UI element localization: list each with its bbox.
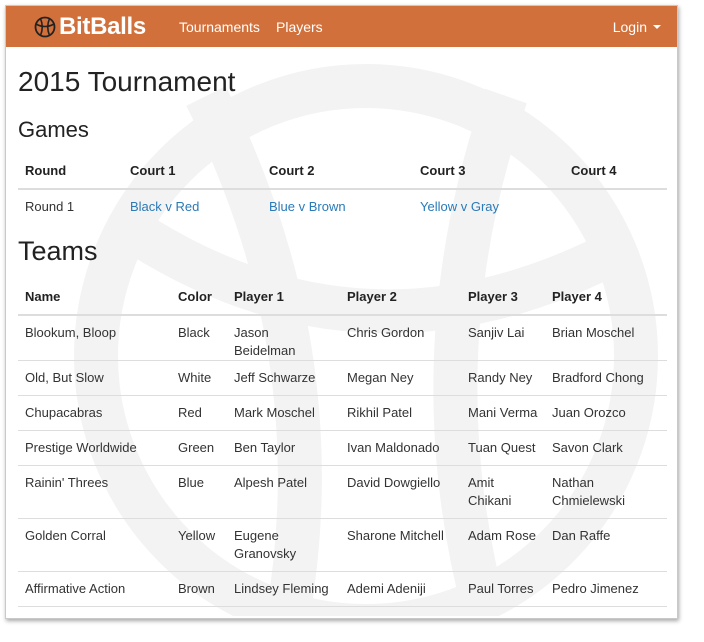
table-row: Blookum, Bloop Black Jason Beidelman Chr… xyxy=(18,315,667,361)
header-court-3: Court 3 xyxy=(413,152,564,190)
browser-frame: BitBalls Tournaments Players Login 2015 … xyxy=(5,5,678,619)
player-3: Amit Chikani xyxy=(461,465,545,519)
nav-players[interactable]: Players xyxy=(276,19,323,35)
player-3: Sanjiv Lai xyxy=(461,315,545,361)
player-3: Mani Verma xyxy=(461,395,545,431)
games-table: Round Court 1 Court 2 Court 3 Court 4 Ro… xyxy=(18,152,667,224)
player-3: Tuan Quest xyxy=(461,430,545,466)
player-2: Ivan Maldonado xyxy=(340,430,461,466)
player-1: Bryan Groot xyxy=(227,606,340,618)
player-4: Juan Orozco xyxy=(545,395,667,431)
court-2-cell: Blue v Brown xyxy=(262,189,413,224)
header-player-1: Player 1 xyxy=(227,278,340,316)
team-color: Gray xyxy=(171,606,227,618)
teams-heading: Teams xyxy=(18,236,98,266)
header-name: Name xyxy=(18,278,171,316)
table-row: Chupacabras Red Mark Moschel Rikhil Pate… xyxy=(18,395,667,431)
header-player-3: Player 3 xyxy=(461,278,545,316)
teams-header-row: Name Color Player 1 Player 2 Player 3 Pl… xyxy=(18,278,667,316)
login-label: Login xyxy=(612,19,647,35)
page-title: 2015 Tournament xyxy=(18,66,236,97)
navbar: BitBalls Tournaments Players Login xyxy=(6,6,677,47)
round-cell: Round 1 xyxy=(25,199,75,214)
team-color: White xyxy=(171,360,227,396)
player-2: Chris Gordon xyxy=(340,315,461,361)
nav-tournaments[interactable]: Tournaments xyxy=(179,19,260,35)
brand-logo[interactable]: BitBalls xyxy=(34,13,146,40)
teams-table: Name Color Player 1 Player 2 Player 3 Pl… xyxy=(18,278,667,618)
header-round: Round xyxy=(18,152,123,190)
brand-name: BitBalls xyxy=(59,13,146,40)
player-4: Vinhduc Tran xyxy=(545,606,667,618)
header-color: Color xyxy=(171,278,227,316)
header-court-2: Court 2 xyxy=(262,152,413,190)
player-3: Adam Rose xyxy=(461,518,545,572)
player-3: Paul Torres xyxy=(461,571,545,607)
team-color: Yellow xyxy=(171,518,227,572)
table-row: Golden Corral Yellow Eugene Granovsky Sh… xyxy=(18,518,667,572)
team-name: Blookum, Bloop xyxy=(18,315,171,361)
court-3-cell: Yellow v Gray xyxy=(413,189,564,224)
player-1: Eugene Granovsky xyxy=(227,518,340,572)
player-4: Savon Clark xyxy=(545,430,667,466)
player-1: Jeff Schwarze xyxy=(227,360,340,396)
table-row: Old, But Slow White Jeff Schwarze Megan … xyxy=(18,360,667,396)
player-3: Ross Smith xyxy=(461,606,545,618)
player-4: Bradford Chong xyxy=(545,360,667,396)
team-name: Affirmative Action xyxy=(18,571,171,607)
player-1: Alpesh Patel xyxy=(227,465,340,519)
team-name: Old, But Slow xyxy=(18,360,171,396)
games-row: Round 1 Black v Red Blue v Brown Yellow … xyxy=(18,189,667,224)
header-player-4: Player 4 xyxy=(545,278,667,316)
player-1: Lindsey Fleming xyxy=(227,571,340,607)
player-2: Ademi Adeniji xyxy=(340,571,461,607)
header-player-2: Player 2 xyxy=(340,278,461,316)
player-2: Sharone Mitchell xyxy=(340,518,461,572)
team-color: Green xyxy=(171,430,227,466)
games-heading: Games xyxy=(18,117,89,142)
team-name: Chupacabras xyxy=(18,395,171,431)
team-color: Blue xyxy=(171,465,227,519)
player-1: Ben Taylor xyxy=(227,430,340,466)
player-4: Pedro Jimenez xyxy=(545,571,667,607)
team-color: Brown xyxy=(171,571,227,607)
player-1: Mark Moschel xyxy=(227,395,340,431)
team-name: Golden Corral xyxy=(18,518,171,572)
table-row: Rainin' Threes Blue Alpesh Patel David D… xyxy=(18,465,667,519)
team-color: Black xyxy=(171,315,227,361)
table-row: Affirmative Action Brown Lindsey Fleming… xyxy=(18,571,667,607)
games-header-row: Round Court 1 Court 2 Court 3 Court 4 xyxy=(18,152,667,190)
team-name: Dancing Groot xyxy=(18,606,171,618)
player-2: Megan Ney xyxy=(340,360,461,396)
player-2: Rikhil Patel xyxy=(340,395,461,431)
team-color: Red xyxy=(171,395,227,431)
game-link[interactable]: Blue v Brown xyxy=(269,199,346,214)
header-court-1: Court 1 xyxy=(123,152,262,190)
team-name: Rainin' Threes xyxy=(18,465,171,519)
table-row: Prestige Worldwide Green Ben Taylor Ivan… xyxy=(18,430,667,466)
player-2: David Dowgiello xyxy=(340,465,461,519)
basketball-icon xyxy=(34,16,56,38)
team-name: Prestige Worldwide xyxy=(18,430,171,466)
game-link[interactable]: Black v Red xyxy=(130,199,199,214)
caret-down-icon xyxy=(653,25,661,29)
player-1: Jason Beidelman xyxy=(227,315,340,361)
player-4: Brian Moschel xyxy=(545,315,667,361)
player-3: Randy Ney xyxy=(461,360,545,396)
game-link[interactable]: Yellow v Gray xyxy=(420,199,499,214)
player-4: Nathan Chmielewski xyxy=(545,465,667,519)
player-2: Adam Freda xyxy=(340,606,461,618)
court-4-cell xyxy=(564,189,667,224)
table-row: Dancing Groot Gray Bryan Groot Adam Fred… xyxy=(18,606,667,618)
header-court-4: Court 4 xyxy=(564,152,667,190)
login-dropdown[interactable]: Login xyxy=(613,19,661,35)
player-4: Dan Raffe xyxy=(545,518,667,572)
court-1-cell: Black v Red xyxy=(123,189,262,224)
